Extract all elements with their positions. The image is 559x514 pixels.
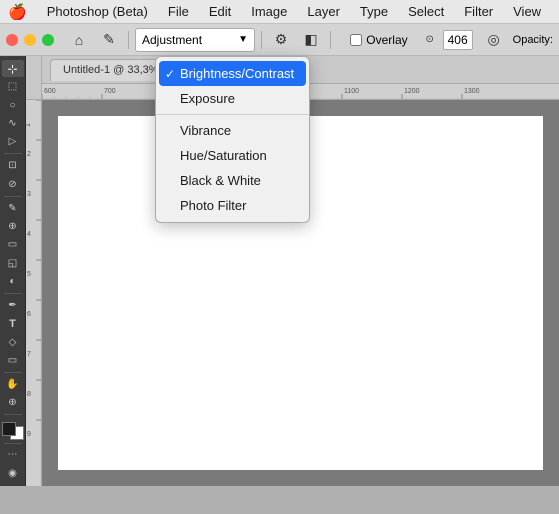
foreground-color[interactable] <box>2 422 16 436</box>
svg-text:2: 2 <box>27 151 31 158</box>
home-button[interactable]: ⌂ <box>66 28 92 52</box>
mask-button[interactable]: ◧ <box>298 28 324 52</box>
tool-3d[interactable]: ◉ <box>2 465 24 482</box>
svg-text:1300: 1300 <box>464 88 480 95</box>
tool-zoom[interactable]: ⊕ <box>2 394 24 411</box>
menu-layer[interactable]: Layer <box>299 2 348 21</box>
menu-file[interactable]: File <box>160 2 197 21</box>
tool-hand[interactable]: ✋ <box>2 376 24 393</box>
menu-item-label: Brightness/Contrast <box>180 66 294 81</box>
menu-item-label: Photo Filter <box>180 198 246 213</box>
tool-eyedropper[interactable]: ⊘ <box>2 176 24 193</box>
menu-item-vibrance[interactable]: Vibrance <box>156 118 309 143</box>
adjustment-dropdown[interactable]: Adjustment ▼ <box>135 28 255 52</box>
svg-text:7: 7 <box>27 351 31 358</box>
menu-item-black-white[interactable]: Black & White <box>156 168 309 193</box>
opacity-group: ⊙ <box>420 30 473 50</box>
svg-text:1: 1 <box>26 123 32 127</box>
tool-marquee-ellipse[interactable]: ○ <box>2 97 24 114</box>
window-controls <box>6 34 54 46</box>
svg-text:6: 6 <box>27 311 31 318</box>
close-button[interactable] <box>6 34 18 46</box>
menu-photoshop[interactable]: Photoshop (Beta) <box>39 2 156 21</box>
menu-item-brightness-contrast[interactable]: ✓ Brightness/Contrast <box>159 61 306 86</box>
opacity-settings-button[interactable]: ◎ <box>481 28 507 52</box>
brush-tool-button[interactable]: ✎ <box>96 28 122 52</box>
tool-gradient[interactable]: ◱ <box>2 255 24 272</box>
adjustment-label: Adjustment <box>142 33 202 47</box>
menu-type[interactable]: Type <box>352 2 396 21</box>
svg-text:5: 5 <box>27 271 31 278</box>
tool-divider-1 <box>4 153 22 154</box>
adjustment-dropdown-menu: ✓ Brightness/Contrast Exposure Vibrance … <box>155 56 310 223</box>
tool-crop[interactable]: ⊡ <box>2 157 24 174</box>
tool-shape[interactable]: ▭ <box>2 352 24 369</box>
toolbar-divider-2 <box>261 31 262 49</box>
svg-text:3: 3 <box>27 191 31 198</box>
ruler-vertical: 1 2 3 4 5 6 7 8 9 <box>26 100 42 486</box>
brush-settings-button[interactable]: ⚙ <box>268 28 294 52</box>
tool-divider-5 <box>4 414 22 415</box>
toolbar-divider-1 <box>128 31 129 49</box>
tool-stamp[interactable]: ⊕ <box>2 218 24 235</box>
menu-item-label: Vibrance <box>180 123 231 138</box>
menu-item-photo-filter[interactable]: Photo Filter <box>156 193 309 218</box>
toolbar: ⌂ ✎ Adjustment ▼ ⚙ ◧ Overlay ⊙ ◎ Opacity… <box>0 24 559 56</box>
menu-item-label: Black & White <box>180 173 261 188</box>
tool-divider-3 <box>4 293 22 294</box>
tool-move[interactable]: ⊹ <box>2 60 24 77</box>
tool-pen[interactable]: ✒ <box>2 297 24 314</box>
menu-item-exposure[interactable]: Exposure <box>156 86 309 111</box>
tool-lasso[interactable]: ∿ <box>2 115 24 132</box>
svg-text:8: 8 <box>27 391 31 398</box>
tool-select[interactable]: ▷ <box>2 133 24 150</box>
svg-text:9: 9 <box>27 431 31 438</box>
checkmark-icon: ✓ <box>165 67 175 81</box>
svg-text:700: 700 <box>104 88 116 95</box>
overlay-group: Overlay <box>350 33 407 47</box>
opacity-label: Opacity: <box>513 34 553 46</box>
menu-edit[interactable]: Edit <box>201 2 239 21</box>
ruler-corner <box>26 56 42 100</box>
tool-type[interactable]: T <box>2 315 24 332</box>
menu-image[interactable]: Image <box>243 2 295 21</box>
tool-divider-2 <box>4 196 22 197</box>
menu-item-label: Exposure <box>180 91 235 106</box>
tool-path[interactable]: ◇ <box>2 334 24 351</box>
overlay-label: Overlay <box>366 33 407 47</box>
maximize-button[interactable] <box>42 34 54 46</box>
tool-divider-4 <box>4 372 22 373</box>
tool-marquee-rect[interactable]: ⬚ <box>2 78 24 95</box>
tool-divider-6 <box>4 443 22 444</box>
menu-select[interactable]: Select <box>400 2 452 21</box>
menu-item-label: Hue/Saturation <box>180 148 267 163</box>
opacity-icon[interactable]: ⊙ <box>420 30 440 50</box>
svg-text:600: 600 <box>44 88 56 95</box>
tool-brush[interactable]: ✎ <box>2 200 24 217</box>
svg-text:1100: 1100 <box>344 88 359 95</box>
minimize-button[interactable] <box>24 34 36 46</box>
apple-menu-icon[interactable]: 🍎 <box>8 3 27 21</box>
menu-separator-1 <box>156 114 309 115</box>
tool-eraser[interactable]: ▭ <box>2 236 24 253</box>
opacity-input[interactable] <box>443 30 473 50</box>
tool-dodge[interactable]: ◐ <box>2 273 24 290</box>
svg-text:4: 4 <box>27 231 31 238</box>
chevron-down-icon: ▼ <box>238 34 248 45</box>
menu-item-hue-saturation[interactable]: Hue/Saturation <box>156 143 309 168</box>
menu-bar: 🍎 Photoshop (Beta) File Edit Image Layer… <box>0 0 559 24</box>
menu-filter[interactable]: Filter <box>456 2 501 21</box>
tool-extras[interactable]: ⋯ <box>2 446 24 463</box>
toolbar-divider-3 <box>330 31 331 49</box>
overlay-checkbox[interactable] <box>350 34 362 46</box>
left-toolbar: ⊹ ⬚ ○ ∿ ▷ ⊡ ⊘ ✎ ⊕ ▭ ◱ ◐ ✒ T ◇ ▭ ✋ ⊕ ⋯ ◉ <box>0 56 26 486</box>
menu-view[interactable]: View <box>505 2 549 21</box>
color-swatches[interactable] <box>2 422 24 439</box>
svg-text:1200: 1200 <box>404 88 420 95</box>
